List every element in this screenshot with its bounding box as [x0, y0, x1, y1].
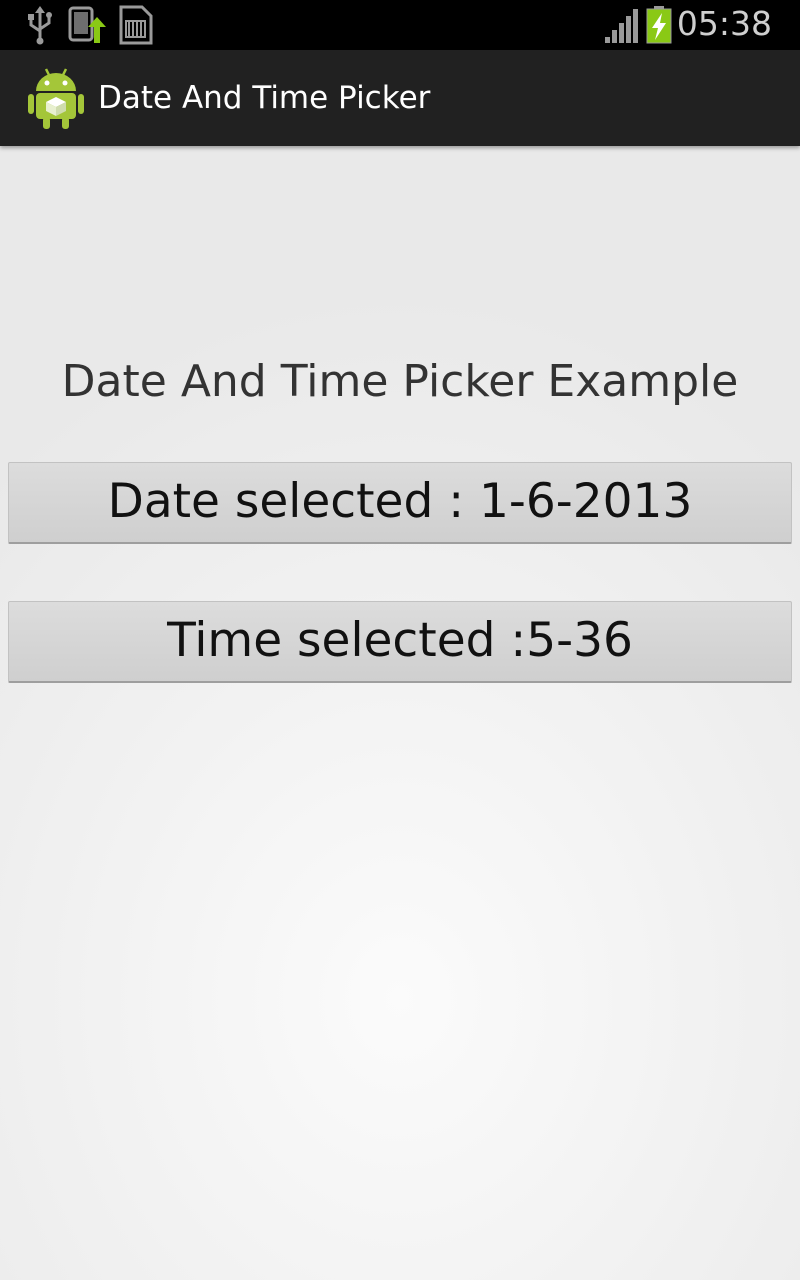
usb-icon: [26, 5, 54, 49]
android-robot-icon[interactable]: [28, 67, 84, 133]
action-bar: Date And Time Picker: [0, 50, 800, 146]
sd-card-icon: [118, 5, 154, 49]
status-time: 05:38: [676, 4, 772, 43]
signal-icon: [604, 5, 640, 49]
date-picker-button[interactable]: Date selected : 1-6-2013: [8, 462, 792, 544]
phone-upload-icon: [68, 5, 106, 49]
time-picker-button[interactable]: Time selected :5-36: [8, 601, 792, 683]
app-title: Date And Time Picker: [98, 80, 431, 116]
page-heading: Date And Time Picker Example: [61, 356, 739, 407]
status-bar: 05:38: [0, 0, 800, 50]
battery-charging-icon: [646, 5, 672, 49]
